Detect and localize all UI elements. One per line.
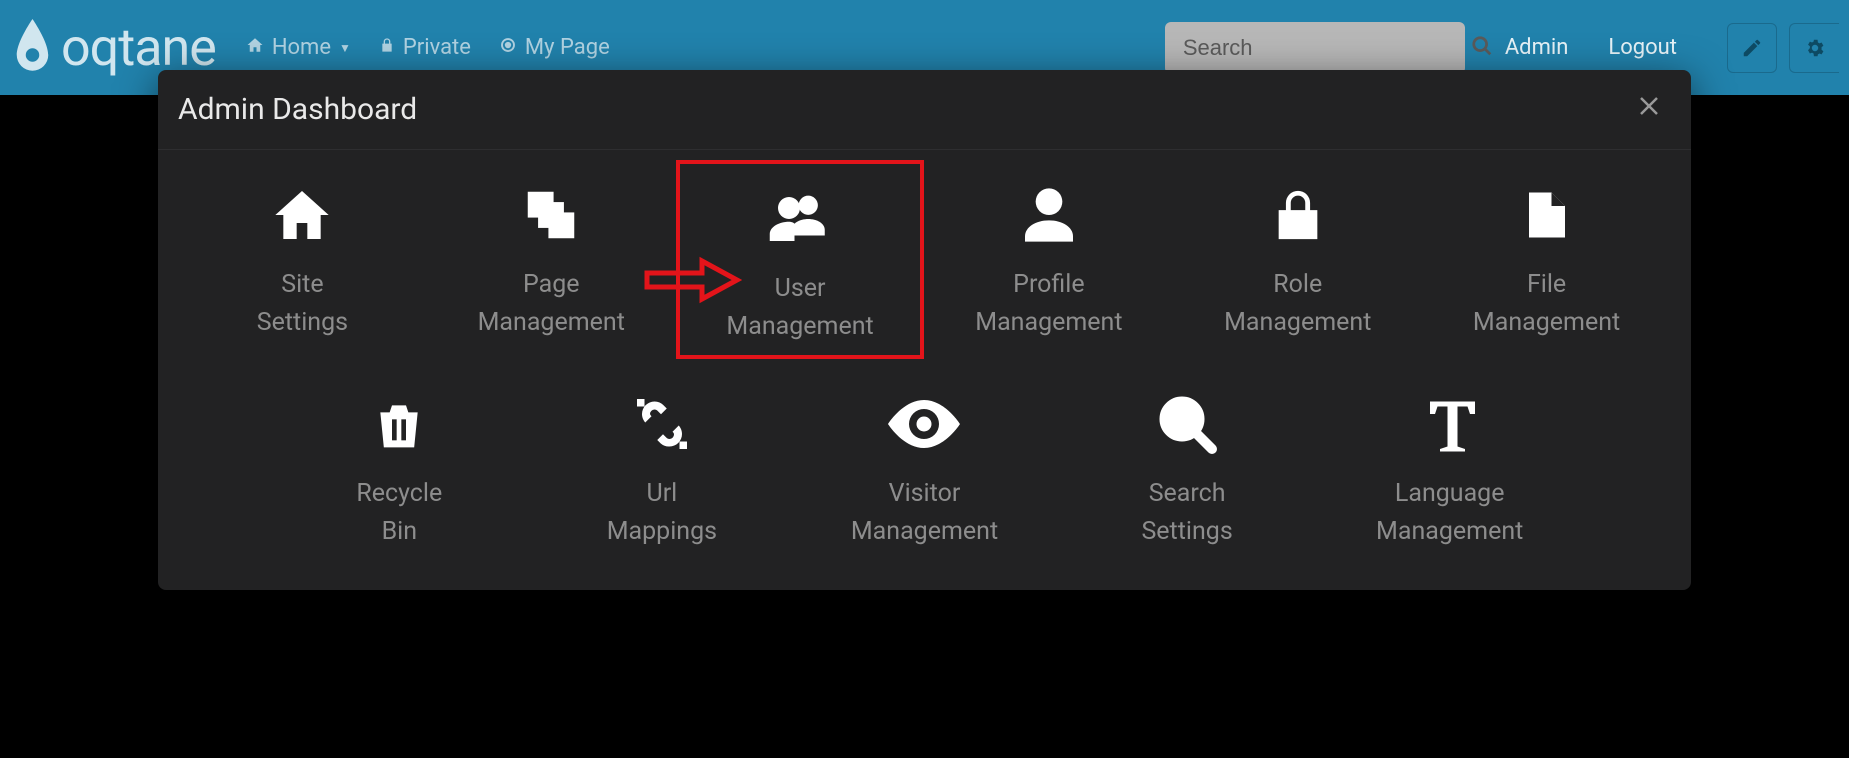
modal-header: Admin Dashboard	[158, 70, 1691, 150]
tile-file[interactable]: File Management	[1422, 160, 1671, 359]
nav-home-label: Home	[272, 35, 331, 60]
search-input[interactable]	[1183, 35, 1471, 61]
tile-label: User Management	[726, 270, 873, 345]
tile-label: Search Settings	[1141, 475, 1232, 550]
edit-button[interactable]	[1727, 23, 1777, 73]
nav-mypage[interactable]: My Page	[499, 35, 610, 60]
tile-label: Url Mappings	[607, 475, 717, 550]
search-large-icon	[1157, 389, 1217, 459]
annotation-arrow	[642, 255, 742, 309]
lock-nav-icon	[379, 36, 395, 59]
tile-row-2: Recycle Bin Url Mappings Visitor Managemen…	[158, 359, 1691, 560]
nav-items: Home ▼ Private My Page	[246, 35, 610, 60]
brand-text: oqtane	[61, 17, 216, 78]
tile-label: File Management	[1473, 266, 1620, 341]
tile-label: Role Management	[1224, 266, 1371, 341]
pencil-icon	[1741, 37, 1763, 59]
tile-label: Site Settings	[257, 266, 348, 341]
nav-private[interactable]: Private	[379, 35, 471, 60]
brand-logo[interactable]: oqtane	[10, 17, 216, 78]
tile-trash[interactable]: Recycle Bin	[268, 369, 531, 560]
search-icon[interactable]	[1471, 35, 1493, 61]
lock-icon	[1269, 180, 1327, 250]
logout-link[interactable]: Logout	[1608, 35, 1677, 60]
eye-icon	[888, 389, 960, 459]
drop-icon	[10, 16, 55, 76]
trash-icon	[371, 389, 427, 459]
tile-label: Recycle Bin	[356, 475, 442, 550]
admin-dashboard-modal: Admin Dashboard Site Settings Page Manage…	[158, 70, 1691, 590]
tile-label: Visitor Management	[851, 475, 998, 550]
right-links: Admin Logout	[1505, 23, 1839, 73]
tile-search-large[interactable]: Search Settings	[1056, 369, 1319, 560]
tile-pages[interactable]: Page Management	[427, 160, 676, 359]
tile-text[interactable]: Language Management	[1318, 369, 1581, 560]
tile-mapping[interactable]: Url Mappings	[531, 369, 794, 560]
home-nav-icon	[246, 36, 264, 59]
settings-button[interactable]	[1789, 23, 1839, 73]
nav-private-label: Private	[403, 35, 471, 60]
close-button[interactable]	[1637, 94, 1661, 125]
modal-title: Admin Dashboard	[178, 92, 417, 127]
person-icon	[1017, 180, 1081, 250]
search-box[interactable]	[1165, 22, 1465, 74]
file-icon	[1520, 180, 1574, 250]
admin-link[interactable]: Admin	[1505, 35, 1569, 60]
tile-person[interactable]: Profile Management	[924, 160, 1173, 359]
tile-eye[interactable]: Visitor Management	[793, 369, 1056, 560]
target-nav-icon	[499, 36, 517, 59]
tile-label: Profile Management	[975, 266, 1122, 341]
gear-icon	[1804, 37, 1826, 59]
nav-home[interactable]: Home ▼	[246, 35, 351, 60]
home-icon	[270, 180, 334, 250]
tile-row-1: Site Settings Page Management User Managem…	[158, 150, 1691, 359]
mapping-icon	[632, 389, 692, 459]
pages-icon	[520, 180, 582, 250]
caret-down-icon: ▼	[339, 41, 351, 55]
nav-mypage-label: My Page	[525, 35, 610, 60]
tile-home[interactable]: Site Settings	[178, 160, 427, 359]
tile-label: Language Management	[1376, 475, 1523, 550]
users-icon	[767, 184, 833, 254]
close-icon	[1637, 94, 1661, 118]
text-icon	[1420, 389, 1480, 459]
tile-lock[interactable]: Role Management	[1173, 160, 1422, 359]
tile-label: Page Management	[478, 266, 625, 341]
